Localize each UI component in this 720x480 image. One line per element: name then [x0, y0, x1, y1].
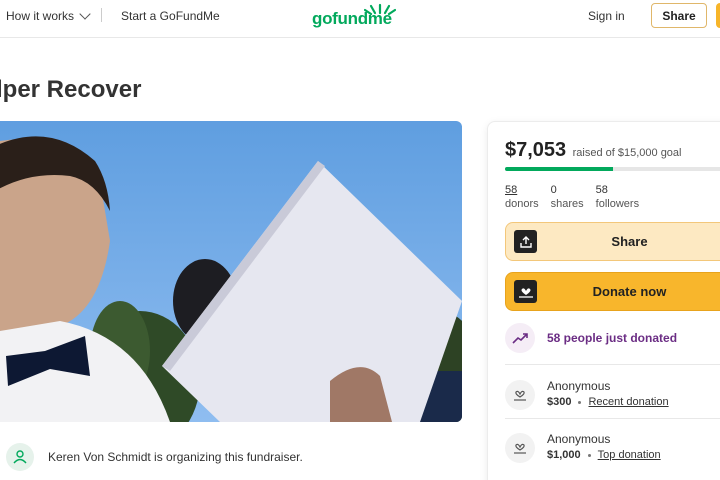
share-upload-icon	[514, 230, 537, 253]
campaign-title: lper Recover	[0, 76, 142, 103]
donor-name: Anonymous	[547, 379, 611, 393]
chevron-down-icon	[79, 8, 91, 20]
header-divider	[101, 8, 102, 22]
divider	[505, 418, 720, 419]
recent-donors-text: 58 people just donated	[547, 331, 678, 345]
donate-now-label: Donate now	[592, 284, 667, 299]
donation-item: Anonymous $300 Recent donation	[505, 378, 669, 410]
share-button[interactable]: Share	[505, 222, 720, 261]
campaign-photo[interactable]	[0, 121, 462, 422]
how-it-works-menu[interactable]: How it works	[6, 8, 91, 23]
site-header: How it works Start a GoFundMe gofundme S…	[0, 0, 720, 38]
stats-row: 58 donors 0 shares 58 followers	[505, 183, 639, 211]
progress-bar	[505, 167, 720, 171]
logo-sun-icon	[364, 3, 396, 15]
organizer-text: Keren Von Schmidt is organizing this fun…	[48, 450, 303, 464]
stat-followers-label: followers	[595, 198, 640, 210]
donor-icon	[505, 380, 535, 410]
raised-amount: $7,053 raised of $15,000 goal	[505, 139, 682, 162]
donation-details: $300 Recent donation	[547, 394, 669, 410]
donor-name: Anonymous	[547, 432, 611, 446]
donor-icon	[505, 433, 535, 463]
separator-dot	[578, 400, 582, 404]
how-it-works-label: How it works	[6, 9, 75, 23]
stat-shares: 0 shares	[551, 183, 584, 211]
header-donate-button[interactable]	[716, 3, 720, 28]
raised-value: $7,053	[505, 139, 567, 161]
organizer-user-icon	[6, 443, 34, 471]
gofundme-logo[interactable]: gofundme	[312, 3, 402, 29]
stat-shares-label: shares	[550, 198, 584, 210]
stat-donors[interactable]: 58 donors	[505, 183, 539, 211]
donation-amount: $1,000	[547, 449, 581, 461]
stat-followers-number: 58	[595, 184, 608, 196]
donate-now-button[interactable]: Donate now	[505, 272, 720, 311]
donation-amount: $300	[547, 396, 572, 408]
trending-up-icon	[505, 323, 535, 353]
recent-activity: 58 people just donated	[505, 323, 677, 353]
divider	[505, 364, 720, 365]
campaign-photo-image	[0, 121, 462, 422]
header-share-button[interactable]: Share	[651, 3, 707, 28]
donation-item: Anonymous $1,000 Top donation	[505, 431, 661, 463]
stat-shares-number: 0	[550, 184, 557, 196]
separator-dot	[587, 453, 591, 457]
donate-heart-hand-icon	[514, 280, 537, 303]
sign-in-link[interactable]: Sign in	[588, 9, 625, 23]
goal-text: raised of $15,000 goal	[572, 147, 682, 159]
stat-donors-label: donors	[505, 198, 539, 210]
top-donation-link[interactable]: Top donation	[598, 449, 661, 461]
progress-fill	[505, 167, 614, 171]
start-gofundme-link[interactable]: Start a GoFundMe	[121, 9, 220, 23]
organizer-row: Keren Von Schmidt is organizing this fun…	[6, 443, 303, 471]
share-button-label: Share	[611, 234, 648, 249]
recent-donation-link[interactable]: Recent donation	[588, 396, 668, 408]
donation-details: $1,000 Top donation	[547, 447, 661, 463]
stat-followers: 58 followers	[596, 183, 639, 211]
stat-donors-number: 58	[505, 184, 518, 196]
